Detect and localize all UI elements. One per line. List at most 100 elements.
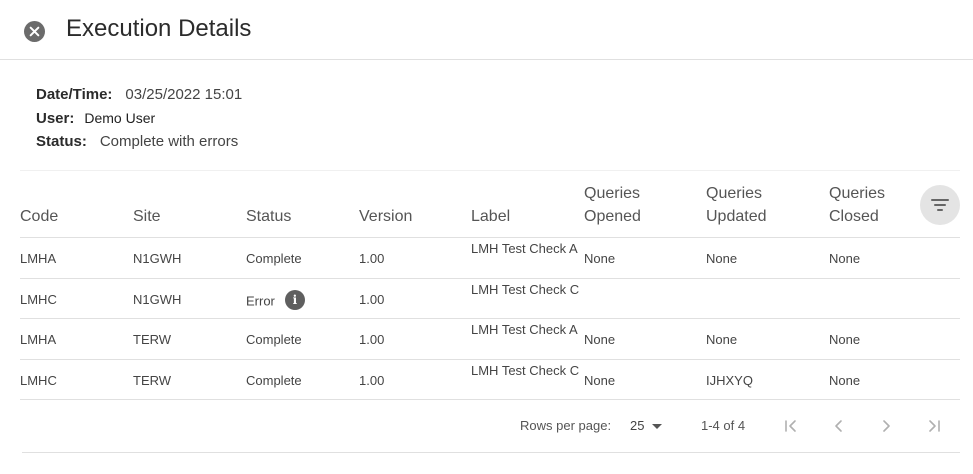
cell-queries-updated: None	[706, 251, 737, 266]
table-row[interactable]: LMHA TERW Complete 1.00 LMH Test Check A None…	[20, 319, 960, 360]
cell-text: LMHA	[20, 251, 57, 266]
cell-site: TERW	[133, 332, 171, 347]
column-header-label[interactable]: Label	[471, 205, 510, 228]
next-page-icon[interactable]	[873, 413, 899, 439]
cell-text: None	[706, 332, 738, 347]
cell-version: 1.00	[359, 332, 384, 347]
cell-site: TERW	[133, 373, 171, 388]
cell-label: LMH Test Check A	[471, 239, 581, 258]
cell-text: None	[584, 372, 616, 388]
close-icon[interactable]	[24, 21, 45, 42]
cell-queries-opened: None	[584, 251, 615, 266]
cell-version: 1.00	[359, 292, 384, 307]
cell-label: LMH Test Check C	[471, 280, 581, 299]
column-header-text: Code	[20, 208, 59, 225]
datetime-value: 03/25/2022 15:01	[125, 86, 243, 103]
column-header-text: Site	[133, 208, 161, 225]
datetime-row: Date/Time: 03/25/2022 15:01	[36, 86, 242, 103]
cell-text: 1.00	[359, 291, 385, 307]
cell-text: None	[829, 332, 861, 347]
cell-text: 1.00	[359, 372, 385, 388]
cell-text: Complete	[246, 251, 302, 266]
page-title: Execution Details	[66, 15, 252, 42]
user-label: User:	[36, 110, 75, 127]
column-header-text: Label	[471, 208, 511, 225]
cell-text: Complete	[246, 372, 302, 388]
status-label: Status:	[36, 133, 87, 150]
cell-text: Error	[246, 292, 275, 308]
cell-queries-opened: None	[584, 332, 615, 347]
dialog-header: Execution Details	[0, 0, 973, 60]
cell-text: N1GWH	[133, 251, 182, 266]
cell-text: Complete	[246, 332, 302, 347]
cell-version: 1.00	[359, 373, 384, 388]
cell-text: IJHXYQ	[706, 372, 753, 388]
column-header-text: Closed	[829, 208, 879, 225]
cell-text: LMH Test Check C	[471, 362, 580, 378]
cell-text: LMHC	[20, 372, 57, 388]
cell-queries-updated: None	[706, 332, 737, 347]
cell-text: LMH Test Check C	[471, 281, 580, 297]
dropdown-arrow-icon	[652, 424, 663, 430]
table-body: LMHA N1GWH Complete 1.00 LMH Test Check A Non…	[20, 238, 960, 400]
cell-text: None	[706, 251, 738, 266]
cell-text: None	[829, 372, 861, 388]
cell-code: LMHA	[20, 251, 56, 266]
table-row[interactable]: LMHC N1GWH Error i 1.00 LMH Test Check C	[20, 279, 960, 319]
cell-text: None	[829, 251, 861, 266]
cell-version: 1.00	[359, 251, 384, 266]
column-header-site[interactable]: Site	[133, 205, 161, 228]
column-header-queries-closed[interactable]: Queries Closed	[829, 182, 885, 228]
cell-text: 1.00	[359, 251, 385, 266]
cell-label: LMH Test Check C	[471, 361, 581, 380]
user-value: Demo User	[84, 110, 156, 126]
filter-icon[interactable]	[920, 185, 960, 225]
info-icon[interactable]: i	[284, 289, 305, 310]
cell-text: LMHC	[20, 291, 57, 307]
user-row: User: Demo User	[36, 110, 155, 127]
table-row[interactable]: LMHC TERW Complete 1.00 LMH Test Check C None…	[20, 360, 960, 400]
cell-label: LMH Test Check A	[471, 320, 581, 339]
cell-text: 1.00	[359, 332, 385, 347]
cell-code: LMHC	[20, 373, 57, 388]
rows-per-page-value: 25	[630, 418, 645, 433]
column-header-code[interactable]: Code	[20, 205, 58, 228]
last-page-icon[interactable]	[921, 413, 947, 439]
column-header-status[interactable]: Status	[246, 205, 291, 228]
cell-code: LMHC	[20, 292, 57, 307]
page-range: 1-4 of 4	[701, 418, 746, 433]
pagination: Rows per page: 25 1-4 of 4	[0, 403, 973, 451]
datetime-label: Date/Time:	[36, 86, 113, 103]
column-header-text: Version	[359, 208, 413, 225]
cell-text: LMH Test Check A	[471, 241, 578, 256]
table-header: Code Site Status Version Label Queries Opened Q…	[20, 170, 960, 238]
column-header-text: Opened	[584, 208, 641, 225]
cell-text: LMH Test Check A	[471, 322, 578, 337]
cell-queries-opened: None	[584, 373, 615, 388]
column-header-queries-opened[interactable]: Queries Opened	[584, 182, 641, 228]
cell-code: LMHA	[20, 332, 56, 347]
execution-table: Code Site Status Version Label Queries Opened Q…	[20, 170, 960, 400]
cell-queries-closed: None	[829, 332, 860, 347]
cell-queries-closed: None	[829, 373, 860, 388]
first-page-icon[interactable]	[778, 413, 804, 439]
column-header-version[interactable]: Version	[359, 205, 412, 228]
cell-text: TERW	[133, 372, 172, 388]
rows-per-page-label: Rows per page:	[520, 418, 612, 433]
cell-text: None	[584, 332, 616, 347]
column-header-text: Updated	[706, 208, 767, 225]
column-header-text: Queries	[706, 185, 763, 202]
cell-site: N1GWH	[133, 292, 181, 307]
rows-per-page-select[interactable]: 25	[630, 418, 663, 433]
pagination-divider	[22, 452, 960, 453]
column-header-text: Queries	[584, 185, 641, 202]
column-header-queries-updated[interactable]: Queries Updated	[706, 182, 767, 228]
status-row: Status: Complete with errors	[36, 133, 238, 150]
table-row[interactable]: LMHA N1GWH Complete 1.00 LMH Test Check A Non…	[20, 238, 960, 279]
cell-queries-updated: IJHXYQ	[706, 373, 753, 388]
cell-queries-closed: None	[829, 251, 860, 266]
status-value: Complete with errors	[99, 133, 239, 150]
cell-text: TERW	[133, 332, 172, 347]
cell-site: N1GWH	[133, 251, 181, 266]
prev-page-icon[interactable]	[826, 413, 852, 439]
